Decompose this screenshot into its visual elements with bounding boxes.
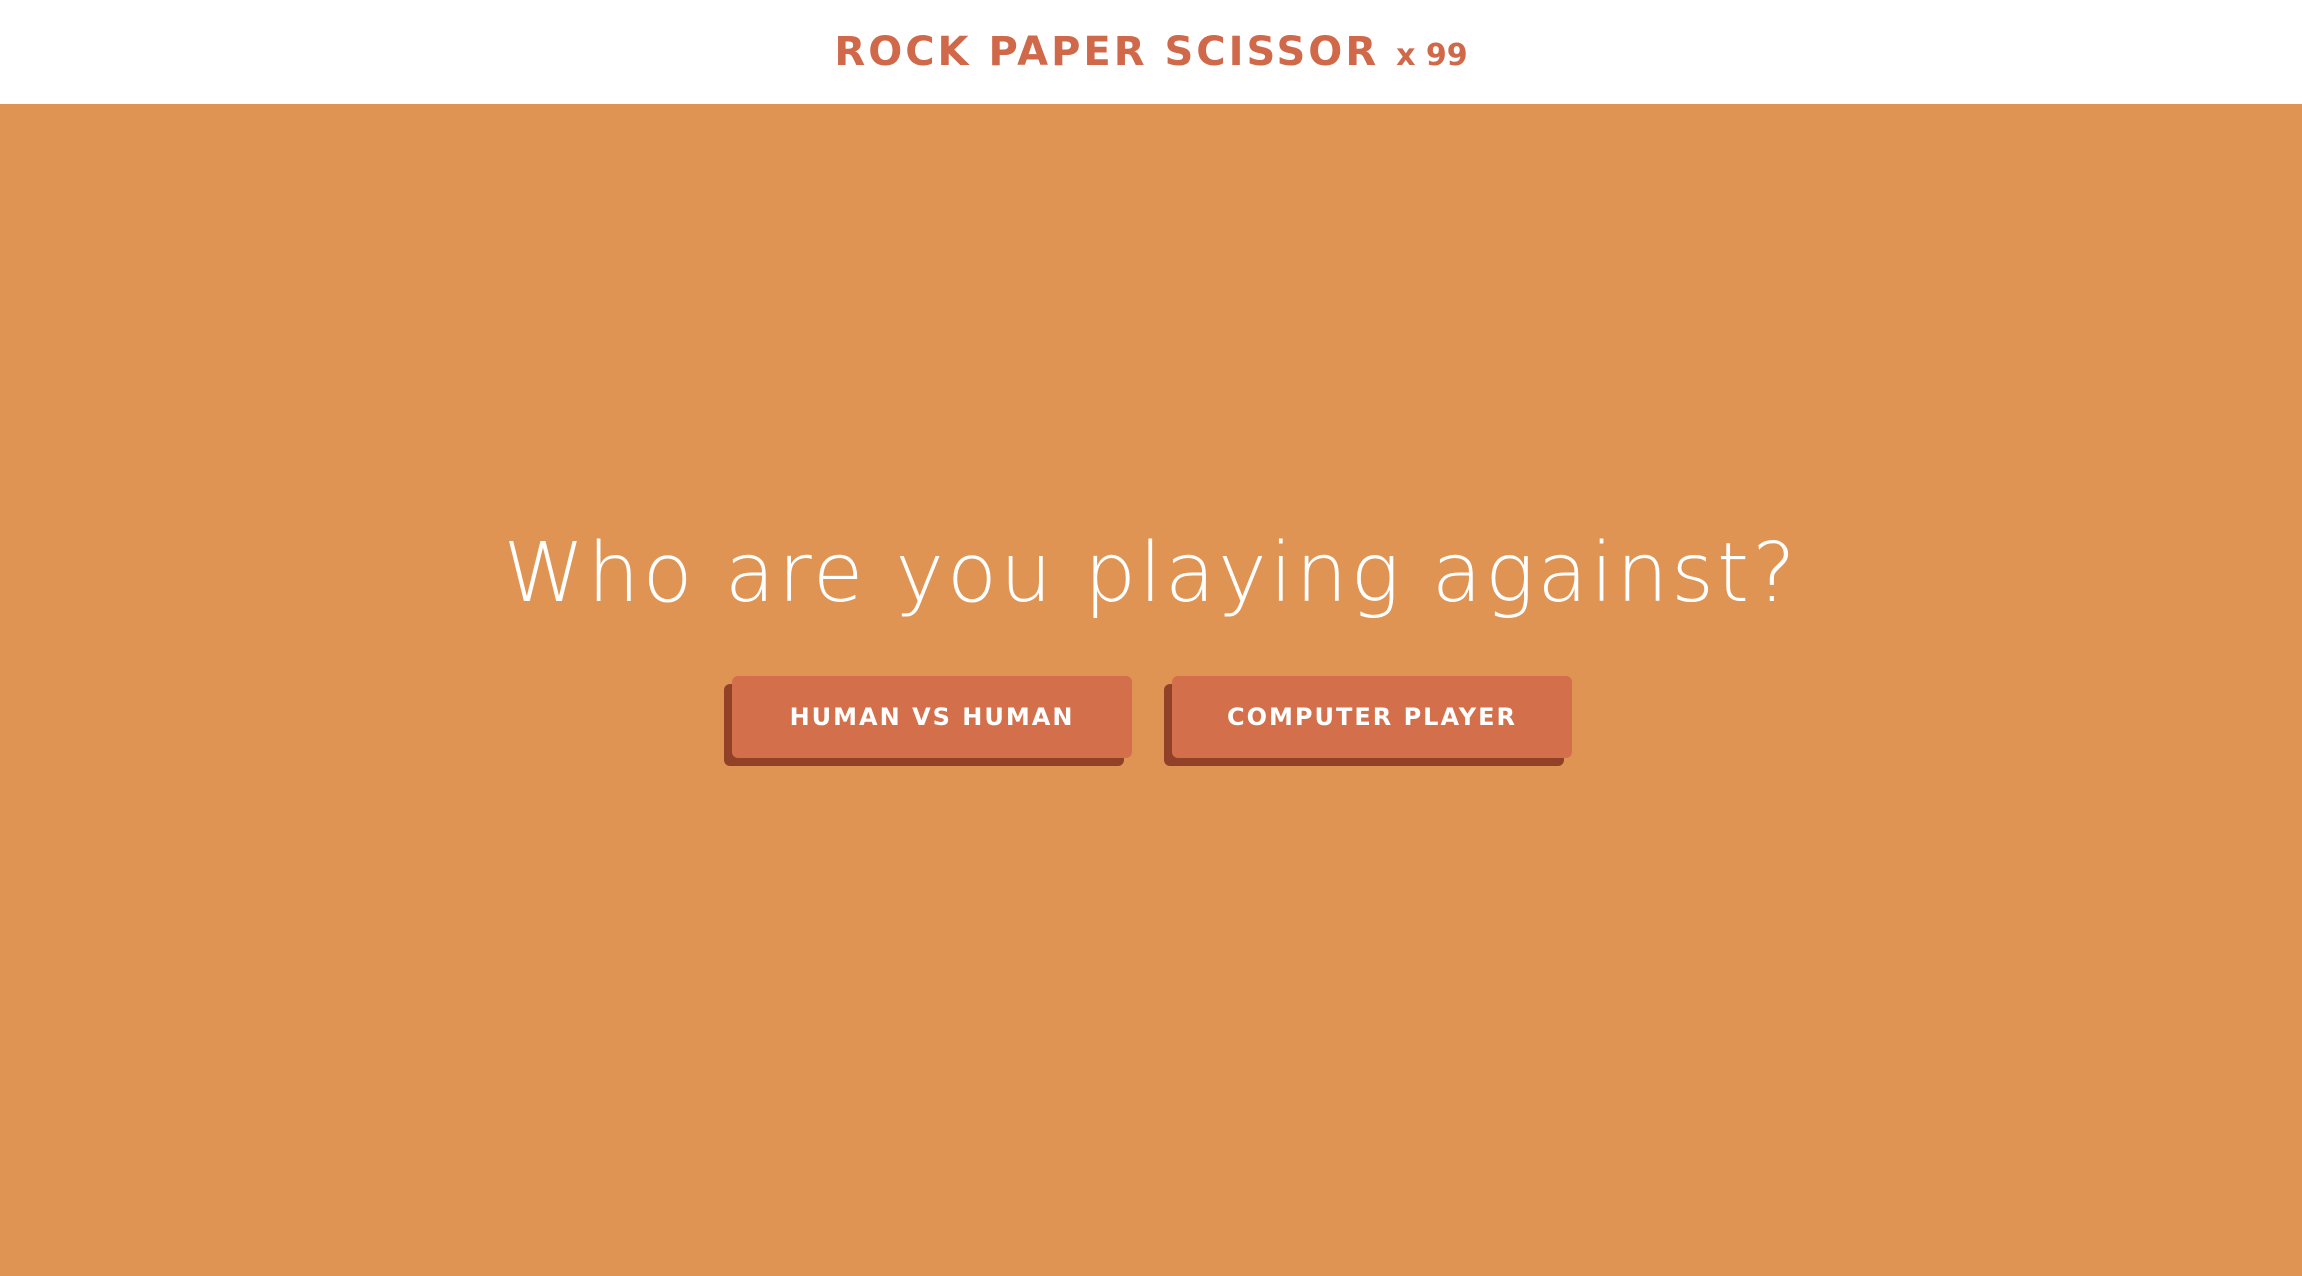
computer-player-button[interactable]: COMPUTER PLAYER	[1172, 676, 1572, 758]
computer-player-option: COMPUTER PLAYER	[1164, 676, 1572, 766]
human-vs-human-option: HUMAN VS HUMAN	[724, 676, 1132, 766]
app-title-suffix: x 99	[1396, 38, 1468, 73]
app-title-text: ROCK PAPER SCISSOR	[834, 29, 1380, 75]
question-heading: Who are you playing against?	[503, 526, 1799, 621]
app-title: ROCK PAPER SCISSOR x 99	[834, 32, 1467, 72]
human-vs-human-button[interactable]: HUMAN VS HUMAN	[732, 676, 1132, 758]
top-bar: ROCK PAPER SCISSOR x 99	[0, 0, 2302, 104]
mode-button-row: HUMAN VS HUMAN COMPUTER PLAYER	[0, 676, 2302, 772]
